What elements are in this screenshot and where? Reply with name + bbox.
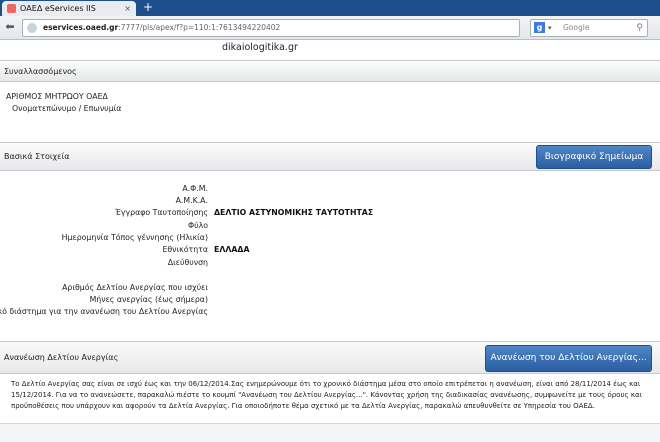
url-host: eservices.oaed.gr bbox=[43, 23, 119, 32]
address-label: Διεύθυνση bbox=[167, 258, 208, 267]
cv-button[interactable]: Βιογραφικό Σημείωμα bbox=[536, 145, 652, 169]
close-tab-icon[interactable]: × bbox=[124, 1, 131, 16]
registry-number-label: ΑΡΙΘΜΟΣ ΜΗΤΡΩΟΥ ΟΑΕΔ bbox=[6, 92, 108, 101]
url-path: :7777/pls/apex/f?p=110:1:7613494220402 bbox=[118, 23, 281, 32]
search-icon[interactable]: ⚲ bbox=[636, 20, 643, 36]
renewal-period-label: Χρονικό διάστημα για την ανανέωση του Δε… bbox=[0, 307, 208, 316]
page-footer bbox=[0, 423, 660, 442]
site-info-icon[interactable] bbox=[27, 23, 37, 33]
gender-label: Φύλο bbox=[187, 221, 208, 230]
tab-title: ΟΑΕΔ eServices IIS bbox=[20, 4, 96, 13]
google-icon: g bbox=[534, 22, 545, 33]
full-name-label: Ονοματεπώνυμο / Επωνυμία bbox=[12, 104, 122, 113]
afm-label: Α.Φ.Μ. bbox=[182, 184, 208, 193]
favicon-icon bbox=[7, 4, 16, 13]
counterparty-header: Συναλλασσόμενος bbox=[0, 61, 660, 82]
unemployment-card-number-label: Αριθμός Δελτίου Ανεργίας που ισχύει bbox=[62, 283, 208, 292]
address-bar[interactable]: eservices.oaed.gr:7777/pls/apex/f?p=110:… bbox=[22, 19, 520, 37]
id-document-label: Έγγραφο Ταυτοποίησης bbox=[115, 208, 208, 217]
id-document-value: ΔΕΛΤΙΟ ΑΣΤΥΝΟΜΙΚΗΣ ΤΑΥΤΟΤΗΤΑΣ bbox=[214, 208, 374, 217]
unemployment-months-label: Μήνες ανεργίας (έως σήμερα) bbox=[89, 295, 208, 304]
watermark: dikaiologitika.gr bbox=[222, 42, 298, 53]
chevron-down-icon[interactable]: ▾ bbox=[548, 20, 552, 36]
renew-unemployment-card-button[interactable]: Ανανέωση του Δελτίου Ανεργίας... bbox=[485, 345, 652, 372]
browser-tab[interactable]: ΟΑΕΔ eServices IIS × bbox=[2, 1, 136, 16]
nationality-label: Εθνικότητα bbox=[162, 245, 208, 254]
back-arrow-icon[interactable]: ⬅ bbox=[3, 20, 17, 34]
navigation-bar: ⬅ eservices.oaed.gr:7777/pls/apex/f?p=11… bbox=[0, 16, 660, 40]
new-tab-button[interactable]: + bbox=[140, 1, 156, 15]
browser-tab-strip: ΟΑΕΔ eServices IIS × + bbox=[0, 0, 660, 16]
search-box[interactable]: g ▾ Google ⚲ bbox=[530, 19, 648, 37]
nationality-value: ΕΛΛΑΔΑ bbox=[214, 245, 250, 254]
search-placeholder: Google bbox=[563, 23, 590, 32]
amka-label: Α.Μ.Κ.Α. bbox=[175, 196, 208, 205]
renewal-notice: Το Δελτίο Ανεργίας σας είναι σε ισχύ έως… bbox=[11, 380, 642, 410]
birth-label: Ημερομηνία Τόπος γέννησης (Ηλικία) bbox=[61, 233, 208, 242]
